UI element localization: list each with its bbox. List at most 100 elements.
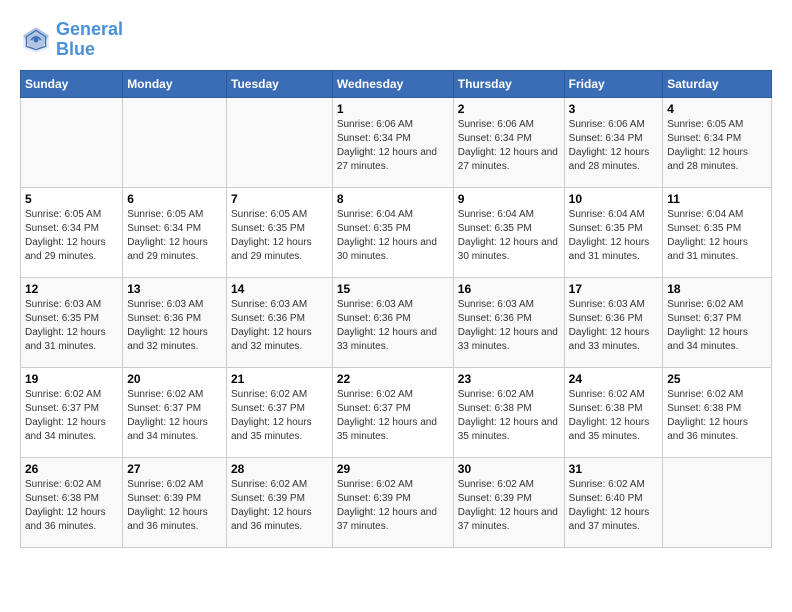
day-number: 30: [458, 462, 560, 476]
day-info: Sunrise: 6:02 AM Sunset: 6:38 PM Dayligh…: [667, 388, 767, 444]
day-number: 12: [25, 282, 118, 296]
weekday-header-tuesday: Tuesday: [227, 70, 333, 97]
calendar-cell: 8Sunrise: 6:04 AM Sunset: 6:35 PM Daylig…: [332, 187, 453, 277]
day-number: 27: [127, 462, 222, 476]
day-number: 24: [569, 372, 659, 386]
calendar-cell: 15 Sunrise: 6:03 AM Sunset: 6:36 PM Dayli…: [332, 277, 453, 367]
weekday-header-row: SundayMondayTuesdayWednesdayThursdayFrid…: [21, 70, 772, 97]
day-number: 1: [337, 102, 449, 116]
day-number: 20: [127, 372, 222, 386]
day-info: Sunrise: 6:02 AM Sunset: 6:39 PM Dayligh…: [337, 478, 449, 534]
day-info: Sunrise: 6:02 AM Sunset: 6:40 PM Dayligh…: [569, 478, 659, 534]
calendar-cell: 11 Sunrise: 6:04 AM Sunset: 6:35 PM Dayli…: [663, 187, 772, 277]
calendar-cell: 13Sunrise: 6:03 AM Sunset: 6:36 PM Dayli…: [123, 277, 227, 367]
day-info: Sunrise: 6:06 AM Sunset: 6:34 PM Dayligh…: [569, 118, 659, 174]
logo: GeneralBlue: [20, 20, 123, 60]
day-info: Sunrise: 6:05 AM Sunset: 6:34 PM Dayligh…: [667, 118, 767, 174]
day-info: Sunrise: 6:03 AM Sunset: 6:36 PM Dayligh…: [569, 298, 659, 354]
day-info: Sunrise: 6:05 AM Sunset: 6:34 PM Dayligh…: [25, 208, 118, 264]
calendar-cell: 1Sunrise: 6:06 AM Sunset: 6:34 PM Daylig…: [332, 97, 453, 187]
day-info: Sunrise: 6:02 AM Sunset: 6:37 PM Dayligh…: [127, 388, 222, 444]
day-number: 3: [569, 102, 659, 116]
day-number: 9: [458, 192, 560, 206]
day-number: 7: [231, 192, 328, 206]
logo-text: GeneralBlue: [56, 20, 123, 60]
calendar-cell: 14Sunrise: 6:03 AM Sunset: 6:36 PM Dayli…: [227, 277, 333, 367]
calendar-cell: 22Sunrise: 6:02 AM Sunset: 6:37 PM Dayli…: [332, 367, 453, 457]
day-number: 15: [337, 282, 449, 296]
day-info: Sunrise: 6:03 AM Sunset: 6:36 PM Dayligh…: [458, 298, 560, 354]
day-number: 5: [25, 192, 118, 206]
calendar-cell: 17 Sunrise: 6:03 AM Sunset: 6:36 PM Dayli…: [564, 277, 663, 367]
day-info: Sunrise: 6:02 AM Sunset: 6:37 PM Dayligh…: [667, 298, 767, 354]
day-info: Sunrise: 6:03 AM Sunset: 6:36 PM Dayligh…: [337, 298, 449, 354]
calendar-cell: 26 Sunrise: 6:02 AM Sunset: 6:38 PM Dayli…: [21, 457, 123, 547]
day-info: Sunrise: 6:02 AM Sunset: 6:38 PM Dayligh…: [25, 478, 118, 534]
day-info: Sunrise: 6:04 AM Sunset: 6:35 PM Dayligh…: [569, 208, 659, 264]
day-info: Sunrise: 6:02 AM Sunset: 6:39 PM Dayligh…: [231, 478, 328, 534]
day-number: 8: [337, 192, 449, 206]
day-number: 21: [231, 372, 328, 386]
day-info: Sunrise: 6:04 AM Sunset: 6:35 PM Dayligh…: [667, 208, 767, 264]
calendar-table: SundayMondayTuesdayWednesdayThursdayFrid…: [20, 70, 772, 548]
weekday-header-wednesday: Wednesday: [332, 70, 453, 97]
day-info: Sunrise: 6:04 AM Sunset: 6:35 PM Dayligh…: [458, 208, 560, 264]
day-number: 19: [25, 372, 118, 386]
weekday-header-monday: Monday: [123, 70, 227, 97]
calendar-cell: 24 Sunrise: 6:02 AM Sunset: 6:38 PM Dayli…: [564, 367, 663, 457]
calendar-cell: 20 Sunrise: 6:02 AM Sunset: 6:37 PM Dayli…: [123, 367, 227, 457]
day-number: 31: [569, 462, 659, 476]
logo-name: GeneralBlue: [56, 20, 123, 60]
calendar-week-row: 19 Sunrise: 6:02 AM Sunset: 6:37 PM Dayli…: [21, 367, 772, 457]
day-number: 2: [458, 102, 560, 116]
calendar-cell: [123, 97, 227, 187]
calendar-cell: 4 Sunrise: 6:05 AM Sunset: 6:34 PM Daylig…: [663, 97, 772, 187]
calendar-week-row: 26 Sunrise: 6:02 AM Sunset: 6:38 PM Dayli…: [21, 457, 772, 547]
calendar-cell: 25 Sunrise: 6:02 AM Sunset: 6:38 PM Dayli…: [663, 367, 772, 457]
calendar-cell: [663, 457, 772, 547]
calendar-week-row: 12 Sunrise: 6:03 AM Sunset: 6:35 PM Dayli…: [21, 277, 772, 367]
page-header: GeneralBlue: [20, 20, 772, 60]
calendar-cell: 19Sunrise: 6:02 AM Sunset: 6:37 PM Dayli…: [21, 367, 123, 457]
calendar-cell: 18 Sunrise: 6:02 AM Sunset: 6:37 PM Dayli…: [663, 277, 772, 367]
day-number: 25: [667, 372, 767, 386]
day-number: 17: [569, 282, 659, 296]
calendar-cell: 23 Sunrise: 6:02 AM Sunset: 6:38 PM Dayli…: [453, 367, 564, 457]
day-info: Sunrise: 6:02 AM Sunset: 6:38 PM Dayligh…: [458, 388, 560, 444]
day-number: 10: [569, 192, 659, 206]
logo-icon: [20, 24, 52, 56]
calendar-cell: 2 Sunrise: 6:06 AM Sunset: 6:34 PM Daylig…: [453, 97, 564, 187]
day-info: Sunrise: 6:02 AM Sunset: 6:37 PM Dayligh…: [337, 388, 449, 444]
day-info: Sunrise: 6:03 AM Sunset: 6:35 PM Dayligh…: [25, 298, 118, 354]
calendar-cell: 3 Sunrise: 6:06 AM Sunset: 6:34 PM Daylig…: [564, 97, 663, 187]
weekday-header-saturday: Saturday: [663, 70, 772, 97]
day-info: Sunrise: 6:02 AM Sunset: 6:37 PM Dayligh…: [231, 388, 328, 444]
weekday-header-friday: Friday: [564, 70, 663, 97]
day-number: 26: [25, 462, 118, 476]
calendar-cell: 30 Sunrise: 6:02 AM Sunset: 6:39 PM Dayli…: [453, 457, 564, 547]
calendar-cell: [21, 97, 123, 187]
day-info: Sunrise: 6:02 AM Sunset: 6:39 PM Dayligh…: [458, 478, 560, 534]
calendar-cell: 16Sunrise: 6:03 AM Sunset: 6:36 PM Dayli…: [453, 277, 564, 367]
day-number: 28: [231, 462, 328, 476]
calendar-cell: 31 Sunrise: 6:02 AM Sunset: 6:40 PM Dayli…: [564, 457, 663, 547]
day-info: Sunrise: 6:05 AM Sunset: 6:34 PM Dayligh…: [127, 208, 222, 264]
day-number: 29: [337, 462, 449, 476]
calendar-cell: 12 Sunrise: 6:03 AM Sunset: 6:35 PM Dayli…: [21, 277, 123, 367]
calendar-cell: 7Sunrise: 6:05 AM Sunset: 6:35 PM Daylig…: [227, 187, 333, 277]
day-info: Sunrise: 6:06 AM Sunset: 6:34 PM Dayligh…: [458, 118, 560, 174]
calendar-cell: 27 Sunrise: 6:02 AM Sunset: 6:39 PM Dayli…: [123, 457, 227, 547]
calendar-cell: 9 Sunrise: 6:04 AM Sunset: 6:35 PM Daylig…: [453, 187, 564, 277]
calendar-cell: 5 Sunrise: 6:05 AM Sunset: 6:34 PM Daylig…: [21, 187, 123, 277]
day-number: 11: [667, 192, 767, 206]
calendar-cell: [227, 97, 333, 187]
calendar-week-row: 1 Sunrise: 6:06 AM Sunset: 6:34 PM Daylig…: [21, 97, 772, 187]
day-number: 6: [127, 192, 222, 206]
day-number: 18: [667, 282, 767, 296]
day-info: Sunrise: 6:02 AM Sunset: 6:39 PM Dayligh…: [127, 478, 222, 534]
day-number: 23: [458, 372, 560, 386]
day-number: 13: [127, 282, 222, 296]
calendar-cell: 6 Sunrise: 6:05 AM Sunset: 6:34 PM Daylig…: [123, 187, 227, 277]
day-info: Sunrise: 6:02 AM Sunset: 6:38 PM Dayligh…: [569, 388, 659, 444]
day-number: 4: [667, 102, 767, 116]
